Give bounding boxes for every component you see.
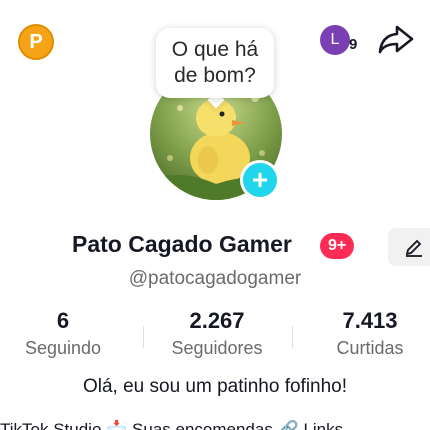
edit-profile-button[interactable] [388,228,430,266]
add-photo-button[interactable]: + [240,160,280,200]
account-avatar[interactable]: L [320,25,350,55]
bubble-line-1: O que há [171,38,259,61]
status-bubble[interactable]: O que há de bom? [156,28,274,98]
coin-label: P [29,30,43,53]
share-icon[interactable] [377,24,415,56]
profile-bio: Olá, eu sou um patinho fofinho! [82,376,348,397]
divider [143,326,144,348]
name-row: Pato Cagado Gamer 9+ [0,228,430,266]
bubble-line-2: de bom? [174,64,256,87]
notification-badge[interactable]: 9+ [320,233,355,259]
stat-label: Seguidores [171,338,263,358]
profile-handle: @patocagadogamer [128,268,302,289]
stat-label: Seguindo [24,338,102,358]
stat-value: 6 [56,308,70,333]
avatar-initial: L [330,31,340,48]
stat-label: Curtidas [336,338,404,358]
stat-value: 2.267 [189,308,245,333]
pencil-icon [405,239,422,257]
stat-value: 7.413 [342,308,398,333]
profile-name: Pato Cagado Gamer [72,231,292,257]
divider [292,326,293,348]
stat-followers[interactable]: 2.267 Seguidores [147,308,287,359]
stat-likes[interactable]: 7.413 Curtidas [300,308,430,359]
stat-following[interactable]: 6 Seguindo [0,308,133,359]
stats-row: 6 Seguindo 2.267 Seguidores 7.413 Curtid… [0,308,430,360]
coins-icon[interactable]: P [18,24,54,60]
profile-links-row[interactable]: TikTok Studio 📩 Suas encomendas 🔗 Links [0,420,430,430]
notification-count: 9 [349,36,358,53]
